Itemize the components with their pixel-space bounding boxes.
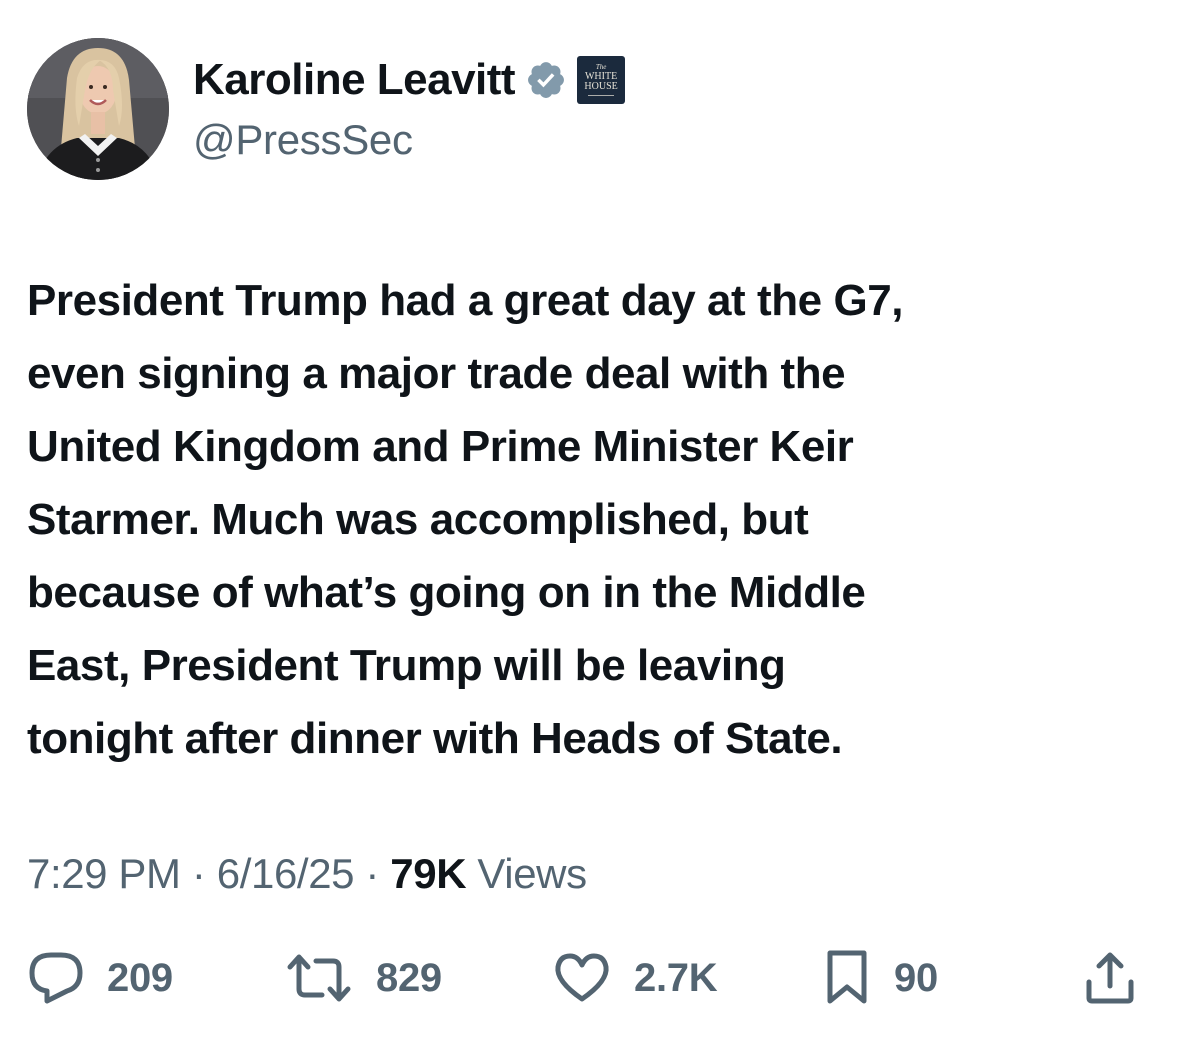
share-button[interactable]: [1082, 950, 1138, 1006]
bookmark-count: 90: [894, 955, 938, 1000]
tweet-date[interactable]: 6/16/25: [217, 850, 355, 897]
name-row: Karoline Leavitt The WHITE HOUSE: [193, 54, 626, 106]
views-label: Views: [477, 850, 587, 897]
meta-separator: ·: [365, 850, 379, 897]
tweet-text: President Trump had a great day at the G…: [27, 276, 904, 763]
profile-photo: [27, 38, 169, 180]
avatar[interactable]: [27, 38, 169, 180]
retweet-count: 829: [376, 955, 442, 1000]
white-house-badge-icon[interactable]: The WHITE HOUSE: [577, 56, 626, 104]
tweet-time[interactable]: 7:29 PM: [27, 850, 181, 897]
badge-rule: [588, 95, 615, 96]
like-button[interactable]: 2.7K: [552, 950, 718, 1006]
like-count: 2.7K: [634, 955, 718, 1000]
tweet-header: Karoline Leavitt The WHITE HOUSE @PressS…: [27, 38, 626, 180]
tweet-meta: 7:29 PM · 6/16/25 · 79K Views: [27, 850, 587, 898]
retweet-icon: [287, 954, 351, 1002]
reply-count: 209: [107, 955, 173, 1000]
heart-icon: [555, 953, 609, 1002]
badge-line1: The: [595, 63, 607, 71]
display-name[interactable]: Karoline Leavitt: [193, 55, 516, 105]
meta-separator: ·: [191, 850, 206, 897]
author-names: Karoline Leavitt The WHITE HOUSE @PressS…: [193, 38, 626, 164]
reply-icon: [29, 952, 83, 1004]
bookmark-button[interactable]: 90: [822, 950, 938, 1006]
bookmark-icon: [827, 950, 867, 1004]
action-bar: 209 829 2.7K 90: [27, 950, 1147, 1006]
share-icon: [1086, 952, 1134, 1004]
retweet-button[interactable]: 829: [284, 950, 442, 1006]
badge-line3: HOUSE: [584, 81, 618, 92]
user-handle[interactable]: @PressSec: [193, 116, 625, 164]
views-count: 79K: [390, 850, 467, 897]
verified-badge-icon[interactable]: [525, 59, 567, 101]
reply-button[interactable]: 209: [27, 950, 173, 1006]
